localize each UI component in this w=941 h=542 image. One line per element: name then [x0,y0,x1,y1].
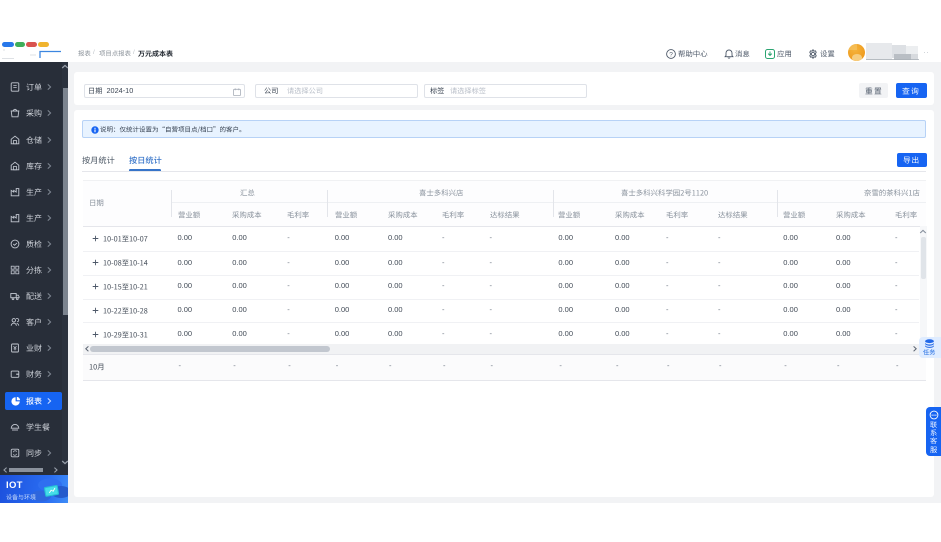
svg-text:?: ? [669,51,673,58]
